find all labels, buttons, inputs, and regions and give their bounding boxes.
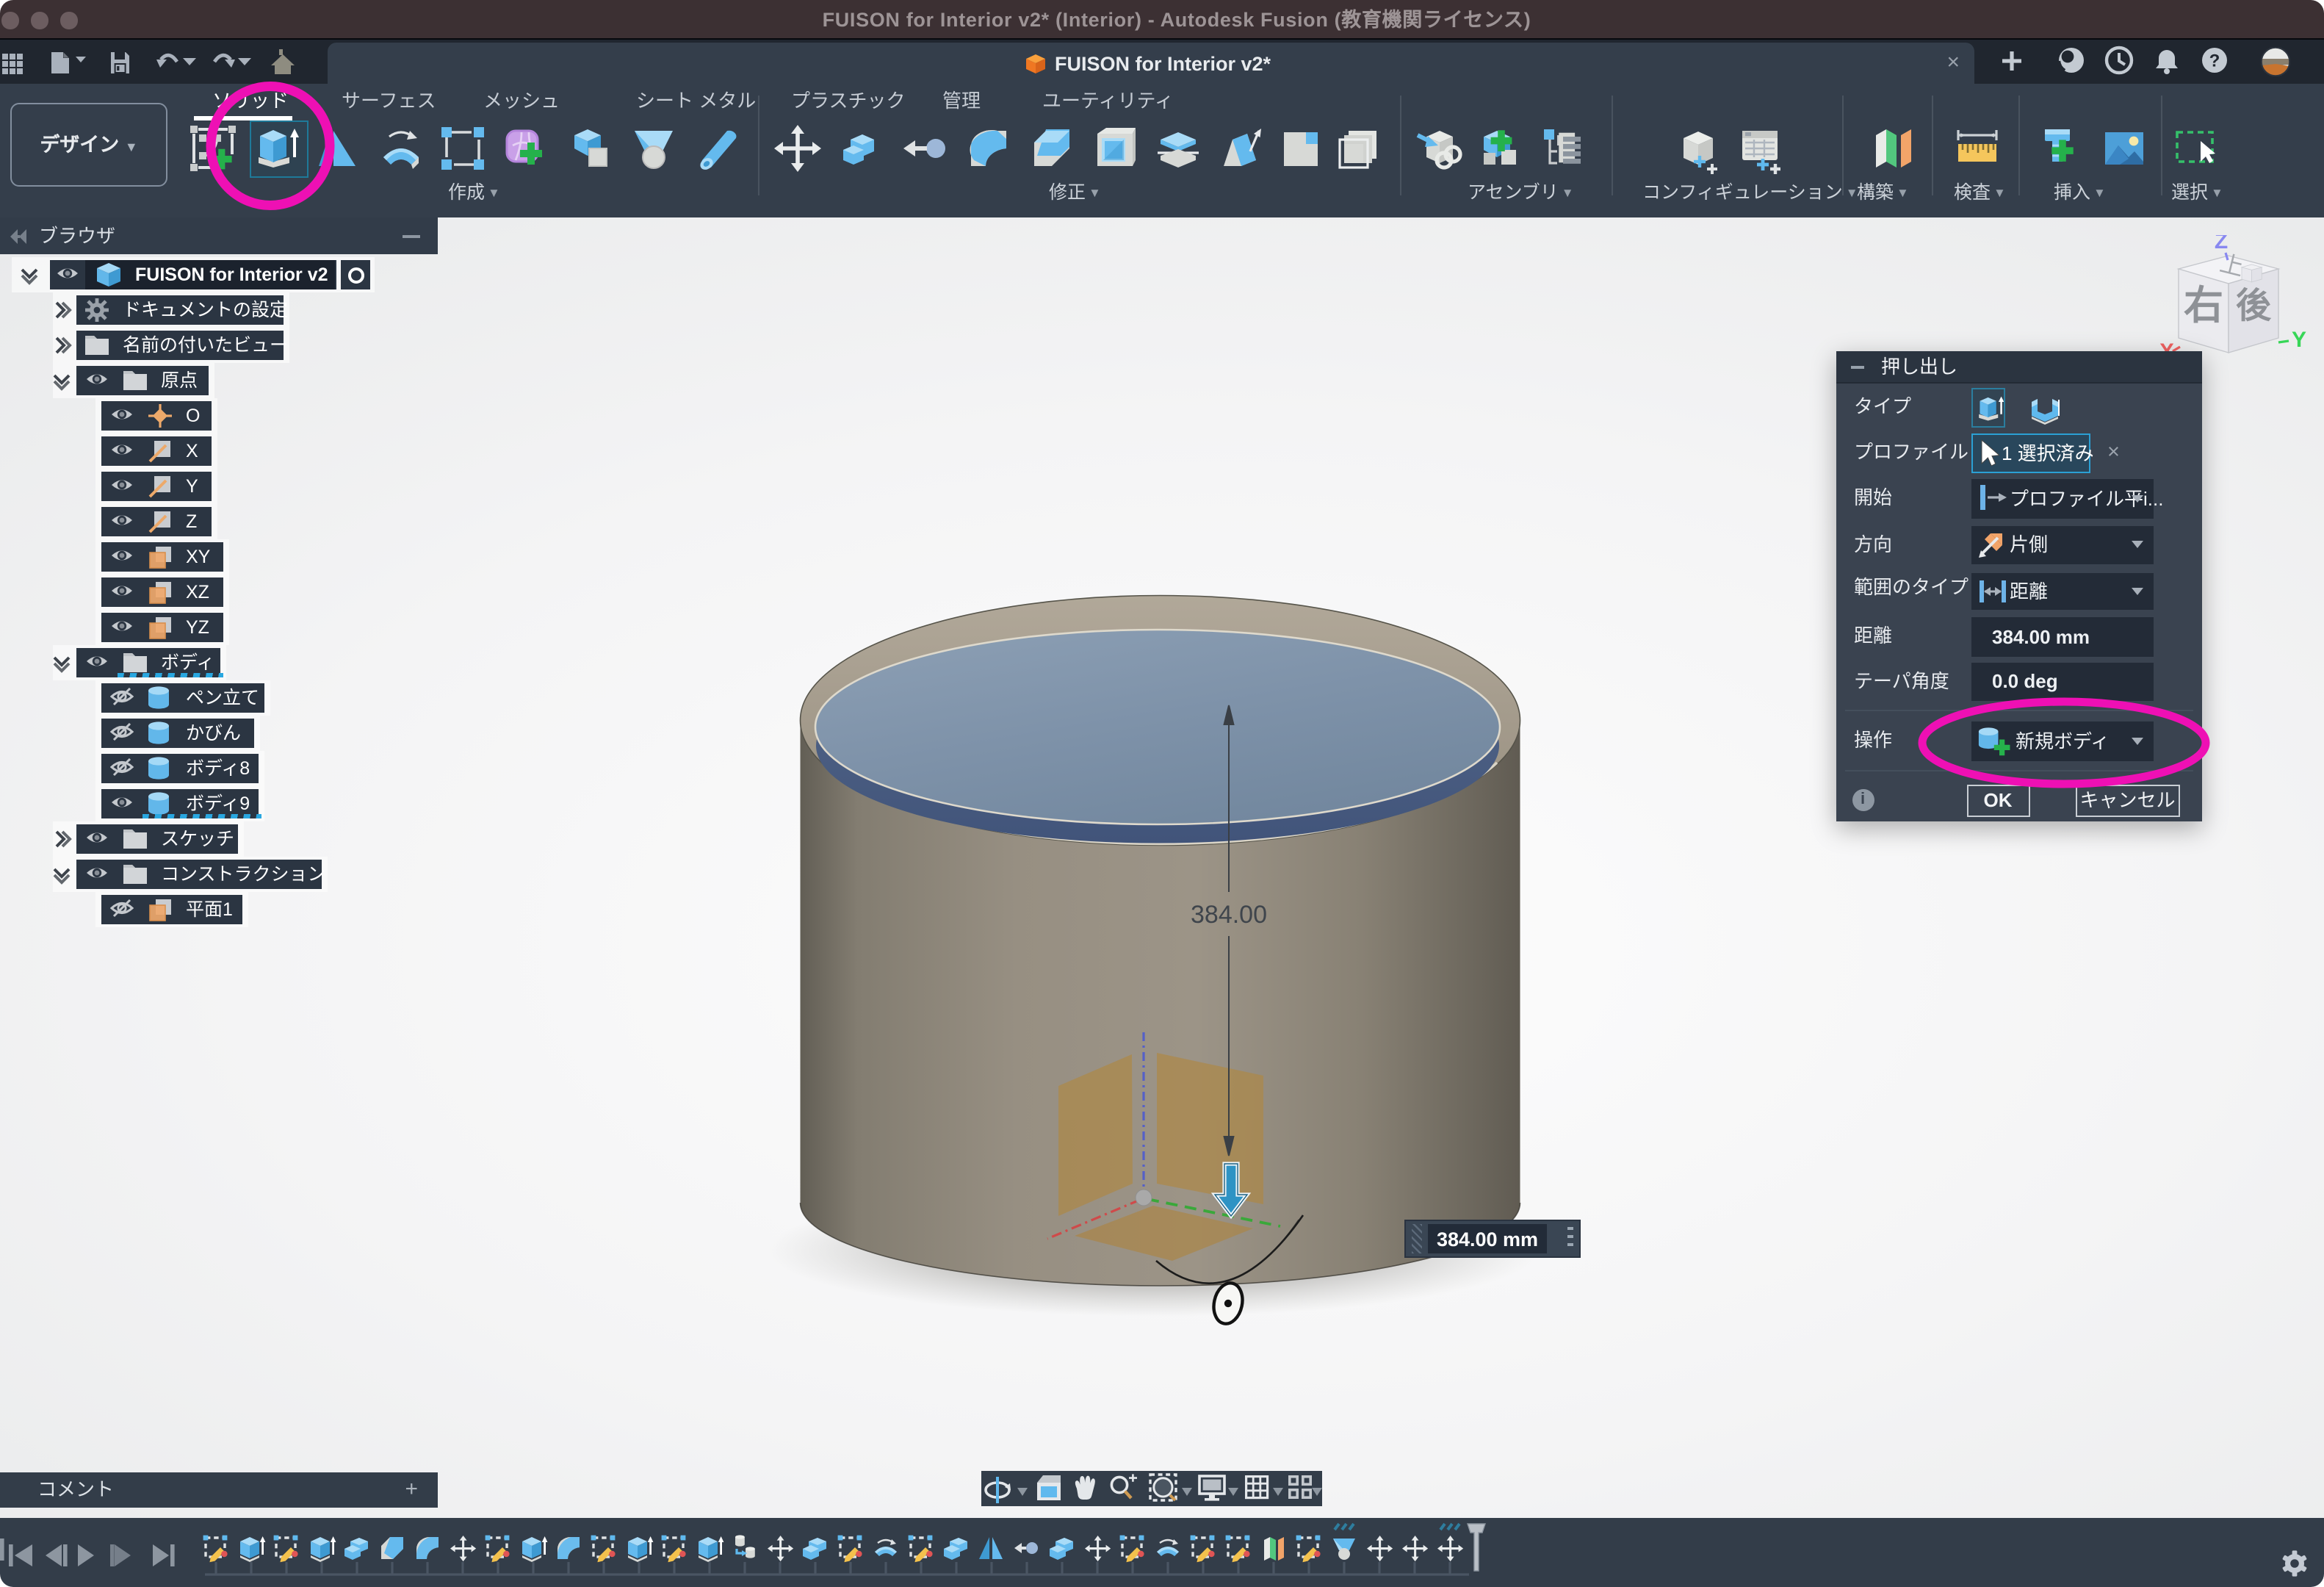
svg-text:?: ?	[2209, 51, 2220, 71]
svg-text:後: 後	[2236, 287, 2272, 325]
svg-text:Y: Y	[2292, 328, 2306, 352]
svg-text:Z: Z	[2215, 235, 2228, 253]
svg-text:右: 右	[2184, 284, 2223, 328]
svg-text:384.00: 384.00	[1191, 901, 1267, 929]
